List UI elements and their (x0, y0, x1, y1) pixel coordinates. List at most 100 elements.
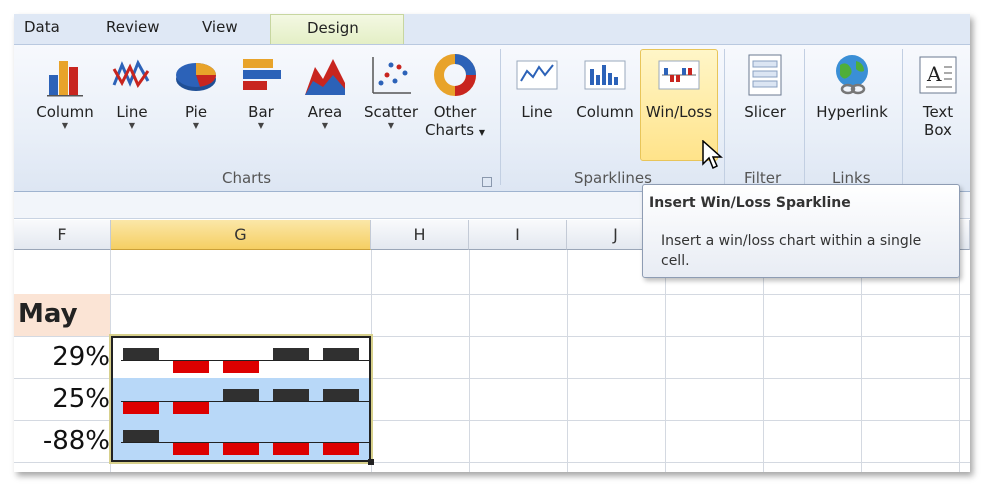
chevron-down-icon: ▼ (321, 121, 329, 130)
cell-value[interactable]: 25% (14, 384, 110, 414)
sparkline-loss-bar (173, 443, 209, 455)
text-box-icon: A (919, 56, 957, 94)
area-chart-button[interactable]: Area ▼ (300, 53, 350, 131)
grid-line (14, 294, 970, 295)
column-header-g[interactable]: G (111, 220, 371, 250)
tooltip-title: Insert Win/Loss Sparkline (649, 195, 851, 211)
sparkline-winloss-icon (658, 60, 700, 90)
area-chart-icon (305, 59, 345, 95)
may-header-text: May (18, 299, 78, 329)
column-chart-label: Column (36, 103, 94, 121)
ribbon-tabs: Data Review View Design (14, 14, 970, 44)
tab-design-label: Design (307, 19, 359, 37)
scatter-chart-icon (372, 57, 411, 94)
text-box-label: Text (922, 103, 954, 121)
column-header-h[interactable]: H (371, 220, 469, 250)
grid-line (469, 250, 470, 472)
sparkline-column-icon (584, 60, 626, 90)
chevron-down-icon: ▼ (128, 121, 136, 130)
sparkline-loss-bar (173, 402, 209, 414)
sparkline-winloss-button[interactable]: Win/Loss (642, 53, 716, 121)
chevron-down-icon: ▼ (61, 121, 69, 130)
column-header-f[interactable]: F (14, 220, 111, 250)
sparkline-win-bar (323, 348, 359, 360)
scatter-chart-button[interactable]: Scatter ▼ (360, 53, 422, 131)
grid-line (861, 250, 862, 472)
slicer-icon (748, 54, 782, 96)
winloss-sparkline-range[interactable] (109, 334, 373, 464)
pie-chart-button[interactable]: Pie ▼ (172, 53, 220, 131)
tab-review[interactable]: Review (106, 18, 160, 36)
bar-chart-label: Bar (248, 103, 274, 121)
slicer-button[interactable]: Slicer (734, 53, 796, 121)
sparkline-win-bar (273, 389, 309, 401)
column-chart-icon (47, 61, 83, 97)
group-separator (804, 49, 805, 185)
sparkline-loss-bar (223, 443, 259, 455)
sparkline-line-button[interactable]: Line (512, 53, 562, 121)
pie-chart-icon (176, 63, 217, 91)
group-separator (500, 49, 501, 185)
grid-line (763, 250, 764, 472)
sparkline-column-button[interactable]: Column (572, 53, 638, 121)
bar-chart-icon (243, 59, 281, 90)
grid-line (371, 250, 372, 472)
cell-value[interactable]: -88% (14, 426, 110, 456)
sparkline-loss-bar (223, 361, 259, 373)
chevron-down-icon: ▼ (257, 121, 265, 130)
sparkline-win-bar (223, 389, 259, 401)
tab-data[interactable]: Data (24, 18, 60, 36)
other-charts-label: Other (433, 103, 477, 121)
other-charts-icon (434, 54, 476, 96)
grid-line (567, 250, 568, 472)
fill-handle[interactable] (368, 459, 374, 465)
sparkline-line-icon (516, 60, 558, 90)
sparkline-win-bar (123, 348, 159, 360)
mouse-pointer-icon (702, 140, 723, 170)
svg-text:A: A (926, 62, 942, 86)
hyperlink-label: Hyperlink (816, 103, 888, 121)
line-chart-label: Line (116, 103, 148, 121)
globe-link-icon (836, 55, 868, 95)
sparkline-column-label: Column (576, 103, 634, 121)
chevron-down-icon: ▼ (387, 121, 395, 130)
sparkline-winloss-label: Win/Loss (645, 103, 713, 121)
cell-may-header[interactable]: May (14, 294, 110, 336)
column-chart-button[interactable]: Column ▼ (34, 53, 96, 131)
tooltip-body: Insert a win/loss chart within a single … (661, 233, 922, 269)
other-charts-button[interactable]: Other Charts ▼ (422, 53, 488, 142)
ribbon: Column ▼ Line ▼ Pie ▼ Bar ▼ Area ▼ Scatt… (14, 44, 970, 192)
tooltip: Insert Win/Loss Sparkline Insert a win/l… (642, 184, 960, 278)
grid-line (665, 250, 666, 472)
excel-window: Data Review View Design Column ▼ Line ▼ (14, 14, 970, 472)
line-chart-icon (112, 59, 150, 89)
sparkline-loss-bar (273, 443, 309, 455)
area-chart-label: Area (307, 103, 343, 121)
chevron-down-icon: ▼ (192, 121, 200, 130)
column-header-i[interactable]: I (469, 220, 567, 250)
pie-chart-label: Pie (184, 103, 208, 121)
sparkline-win-bar (323, 389, 359, 401)
sparkline-loss-bar (323, 443, 359, 455)
text-box-label2: Box (924, 121, 952, 139)
dialog-launcher-icon[interactable] (482, 177, 492, 187)
line-chart-button[interactable]: Line ▼ (108, 53, 156, 131)
scatter-chart-label: Scatter (363, 103, 419, 121)
group-separator (724, 49, 725, 185)
sparkline-line-label: Line (521, 103, 553, 121)
sparkline-loss-bar (123, 402, 159, 414)
cell-value[interactable]: 29% (14, 342, 110, 372)
sparkline-loss-bar (173, 361, 209, 373)
text-box-button[interactable]: A Text Box (910, 53, 966, 139)
other-charts-label2: Charts ▼ (425, 121, 485, 139)
tab-view[interactable]: View (202, 18, 238, 36)
grid-line (959, 250, 960, 472)
slicer-label: Slicer (744, 103, 786, 121)
group-separator (902, 49, 903, 185)
tab-design[interactable]: Design (270, 14, 404, 44)
sparkline-win-bar (273, 348, 309, 360)
bar-chart-button[interactable]: Bar ▼ (236, 53, 286, 131)
sparklines-group-label: Sparklines (574, 169, 652, 187)
hyperlink-button[interactable]: Hyperlink (810, 53, 894, 121)
sparkline-win-bar (123, 430, 159, 442)
